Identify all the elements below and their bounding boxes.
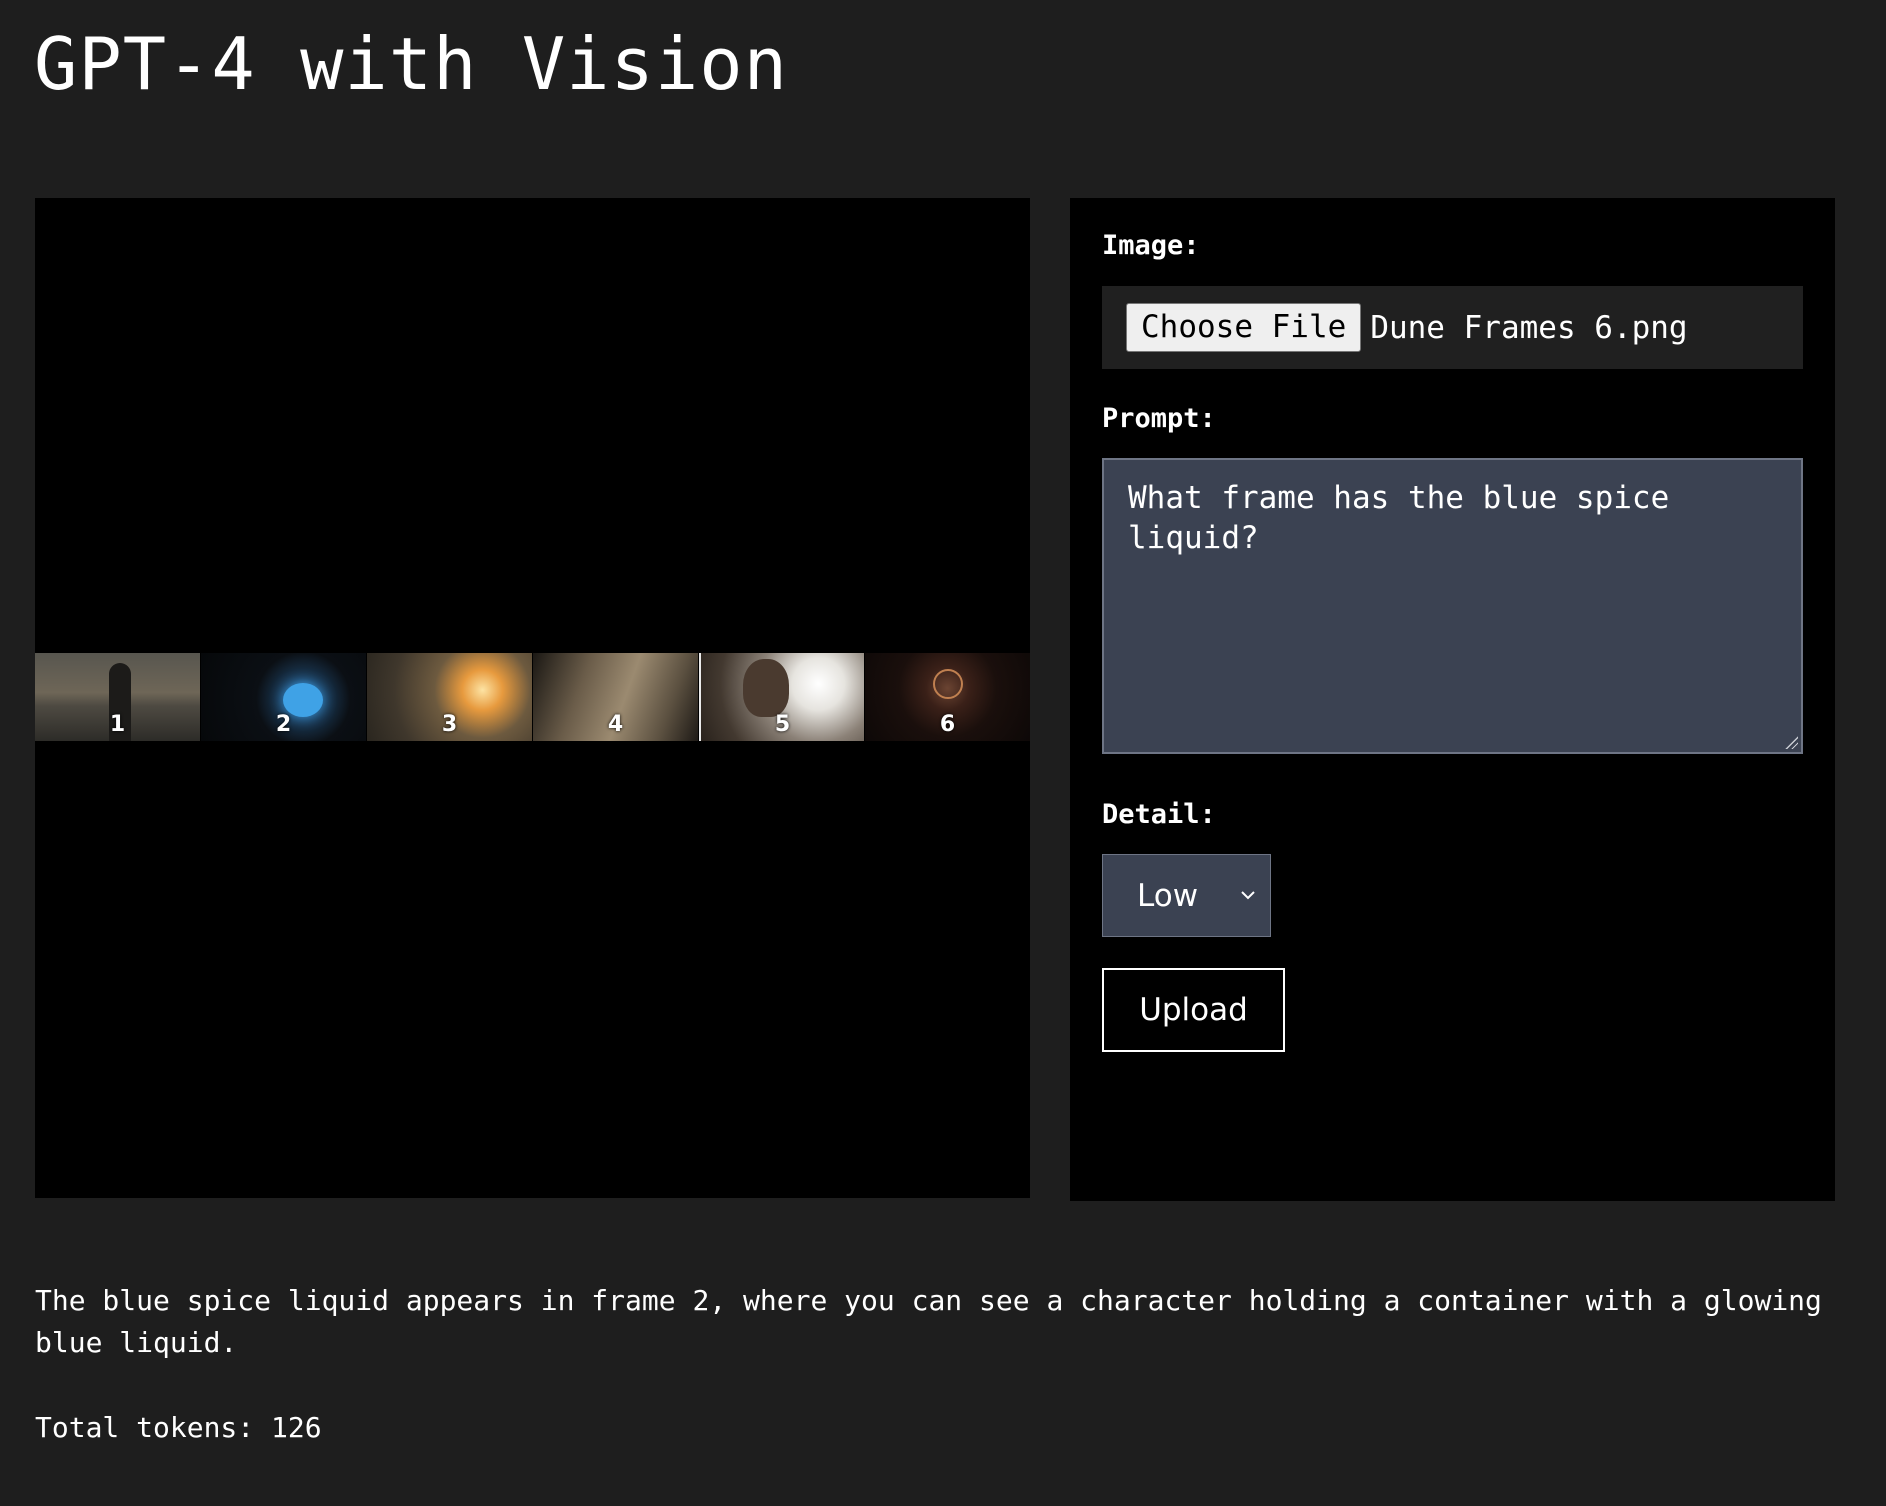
frame-number: 1 <box>109 712 126 737</box>
frame-thumbnail: 3 <box>367 653 532 741</box>
resize-handle-icon[interactable] <box>1784 735 1798 749</box>
frame-thumbnail: 1 <box>35 653 200 741</box>
prompt-label: Prompt: <box>1102 403 1216 434</box>
frame-number: 5 <box>774 712 791 737</box>
frame-thumbnail: 6 <box>865 653 1030 741</box>
frame-number: 6 <box>939 712 956 737</box>
frame-thumbnail: 4 <box>533 653 698 741</box>
prompt-textarea[interactable]: What frame has the blue spice liquid? <box>1102 458 1803 754</box>
frame-figure <box>743 659 789 717</box>
upload-button[interactable]: Upload <box>1102 968 1285 1052</box>
frame-number: 4 <box>607 712 624 737</box>
frame-figure <box>933 669 963 699</box>
frame-number: 3 <box>441 712 458 737</box>
prompt-text: What frame has the blue spice liquid? <box>1128 480 1688 556</box>
response-text: The blue spice liquid appears in frame 2… <box>35 1284 1822 1359</box>
image-label: Image: <box>1102 230 1200 261</box>
frame-strip-image: 1 2 3 4 5 6 <box>35 653 1030 741</box>
choose-file-button[interactable]: Choose File <box>1126 303 1362 352</box>
total-tokens: Total tokens: 126 <box>35 1411 322 1444</box>
detail-label: Detail: <box>1102 799 1216 830</box>
page-title: GPT-4 with Vision <box>34 22 788 106</box>
detail-selected-value: Low <box>1137 877 1199 914</box>
upload-form-panel: Image: Choose File Dune Frames 6.png Pro… <box>1070 198 1835 1201</box>
frame-number: 2 <box>275 712 292 737</box>
image-preview-panel: 1 2 3 4 5 6 <box>35 198 1030 1198</box>
chevron-down-icon <box>1241 891 1255 900</box>
detail-select[interactable]: Low <box>1102 854 1271 937</box>
frame-thumbnail: 2 <box>201 653 366 741</box>
frame-thumbnail: 5 <box>699 653 864 741</box>
file-name: Dune Frames 6.png <box>1370 309 1688 346</box>
file-input[interactable]: Choose File Dune Frames 6.png <box>1102 286 1803 369</box>
